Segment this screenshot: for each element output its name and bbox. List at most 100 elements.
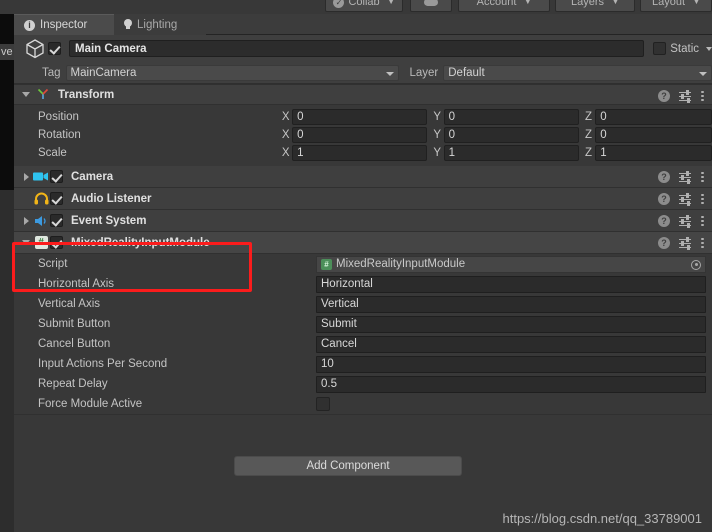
- account-label: Account: [476, 0, 517, 8]
- input-actions-per-second-input[interactable]: 10: [316, 355, 706, 373]
- tag-value: MainCamera: [70, 66, 137, 79]
- layer-dropdown[interactable]: Default: [443, 64, 712, 81]
- tab-inspector-label: Inspector: [40, 19, 88, 31]
- event-system-enabled-checkbox[interactable]: [50, 214, 63, 227]
- cloud-button[interactable]: [410, 0, 452, 12]
- help-icon[interactable]: ?: [658, 192, 670, 205]
- kebab-menu-icon[interactable]: [700, 90, 704, 102]
- transform-axis-icon: [36, 86, 50, 103]
- rotation-z-field[interactable]: 0: [595, 127, 712, 143]
- camera-icon: [32, 171, 50, 182]
- preset-sliders-icon[interactable]: [679, 89, 691, 103]
- script-foldout[interactable]: [20, 240, 32, 245]
- static-checkbox[interactable]: [653, 42, 667, 55]
- static-label: Static: [670, 42, 699, 55]
- preset-sliders-icon[interactable]: [679, 236, 691, 250]
- layout-button[interactable]: Layout ▼: [640, 0, 712, 12]
- property-row-cancel-button: Cancel Button Cancel: [14, 334, 712, 354]
- camera-enabled-checkbox[interactable]: [50, 170, 63, 183]
- axis-x-label: X: [281, 147, 290, 159]
- preset-sliders-icon[interactable]: [679, 170, 691, 184]
- component-title-camera: Camera: [71, 170, 114, 183]
- tag-dropdown[interactable]: MainCamera: [65, 64, 400, 81]
- position-z-field[interactable]: 0: [595, 109, 712, 125]
- property-row-horizontal-axis: Horizontal Axis Horizontal: [14, 274, 712, 294]
- submit-button-input[interactable]: Submit: [316, 315, 706, 333]
- collab-label: Collab: [348, 0, 380, 8]
- scale-y-field[interactable]: 1: [443, 145, 580, 161]
- property-row-repeat-delay: Repeat Delay 0.5: [14, 374, 712, 394]
- force-module-active-checkbox[interactable]: [316, 397, 330, 411]
- help-icon[interactable]: ?: [658, 214, 670, 227]
- component-header-icons: ?: [658, 210, 704, 231]
- component-title-mixedrealityinputmodule: MixedRealityInputModule: [71, 236, 210, 249]
- kebab-menu-icon[interactable]: [700, 171, 704, 183]
- static-toggle-group[interactable]: Static: [653, 42, 712, 55]
- chevron-down-icon: ▼: [524, 0, 532, 6]
- triangle-down-icon: [22, 240, 30, 245]
- tab-inspector[interactable]: i Inspector: [14, 14, 114, 35]
- horizontal-axis-input[interactable]: Horizontal: [316, 275, 706, 293]
- cloud-icon: [424, 0, 438, 6]
- script-object-field[interactable]: # MixedRealityInputModule: [316, 255, 706, 273]
- component-header-mixedrealityinputmodule[interactable]: # MixedRealityInputModule ?: [14, 232, 712, 254]
- scale-x-field[interactable]: 1: [292, 145, 428, 161]
- audio-listener-enabled-checkbox[interactable]: [50, 192, 63, 205]
- collab-button[interactable]: ✓ Collab ▼: [325, 0, 403, 12]
- help-icon[interactable]: ?: [658, 170, 670, 183]
- layer-label: Layer: [409, 66, 439, 79]
- object-picker-icon[interactable]: [691, 259, 701, 270]
- preset-sliders-icon[interactable]: [679, 214, 691, 228]
- kebab-menu-icon[interactable]: [700, 193, 704, 205]
- gameobject-name-field[interactable]: Main Camera: [69, 40, 645, 57]
- event-system-foldout[interactable]: [20, 216, 32, 225]
- help-icon[interactable]: ?: [658, 236, 670, 249]
- add-component-button[interactable]: Add Component: [234, 456, 462, 476]
- transform-row-scale: Scale X 1 Y 1 Z 1: [14, 144, 712, 162]
- component-header-audio-listener[interactable]: Audio Listener ?: [14, 188, 712, 210]
- position-y-field[interactable]: 0: [443, 109, 580, 125]
- property-row-input-actions-per-second: Input Actions Per Second 10: [14, 354, 712, 374]
- camera-foldout[interactable]: [20, 172, 32, 181]
- tab-lighting[interactable]: Lighting: [114, 14, 206, 35]
- script-hash-icon: #: [321, 258, 332, 270]
- chevron-down-icon[interactable]: [706, 46, 712, 51]
- input-actions-per-second-label: Input Actions Per Second: [38, 358, 168, 370]
- rotation-label: Rotation: [38, 129, 81, 141]
- axis-y-label: Y: [433, 129, 442, 141]
- vertical-axis-input[interactable]: Vertical: [316, 295, 706, 313]
- inspector-panel: i Inspector Lighting Main Camera Static …: [14, 14, 712, 532]
- repeat-delay-input[interactable]: 0.5: [316, 375, 706, 393]
- component-header-event-system[interactable]: Event System ?: [14, 210, 712, 232]
- hierarchy-clipped-item[interactable]: ve: [0, 44, 14, 60]
- account-button[interactable]: Account ▼: [458, 0, 550, 12]
- component-header-camera[interactable]: Camera ?: [14, 166, 712, 188]
- preset-sliders-icon[interactable]: [679, 192, 691, 206]
- component-title-audio-listener: Audio Listener: [71, 192, 152, 205]
- submit-button-label: Submit Button: [38, 318, 111, 330]
- rotation-y-field[interactable]: 0: [443, 127, 580, 143]
- help-icon[interactable]: ?: [658, 89, 670, 102]
- rotation-x-field[interactable]: 0: [292, 127, 428, 143]
- kebab-menu-icon[interactable]: [700, 237, 704, 249]
- script-enabled-checkbox[interactable]: [50, 236, 63, 249]
- component-header-transform[interactable]: Transform ?: [14, 84, 712, 105]
- component-header-icons: ?: [658, 85, 704, 106]
- hierarchy-panel-sliver: ve: [0, 14, 14, 532]
- cancel-button-input[interactable]: Cancel: [316, 335, 706, 353]
- gameobject-enabled-checkbox[interactable]: [48, 42, 61, 55]
- info-icon: i: [24, 19, 35, 31]
- speaker-icon: [32, 215, 50, 227]
- axis-y-label: Y: [433, 111, 442, 123]
- script-hash-icon: #: [32, 236, 50, 249]
- kebab-menu-icon[interactable]: [700, 215, 704, 227]
- position-x-field[interactable]: 0: [292, 109, 428, 125]
- axis-y-label: Y: [433, 147, 442, 159]
- layers-button[interactable]: Layers ▼: [555, 0, 635, 12]
- transform-foldout[interactable]: [20, 92, 32, 97]
- script-label: Script: [38, 258, 68, 270]
- scale-z-field[interactable]: 1: [595, 145, 712, 161]
- cube-icon: [22, 37, 48, 61]
- component-title-event-system: Event System: [71, 214, 147, 227]
- transform-row-rotation: Rotation X 0 Y 0 Z 0: [14, 126, 712, 144]
